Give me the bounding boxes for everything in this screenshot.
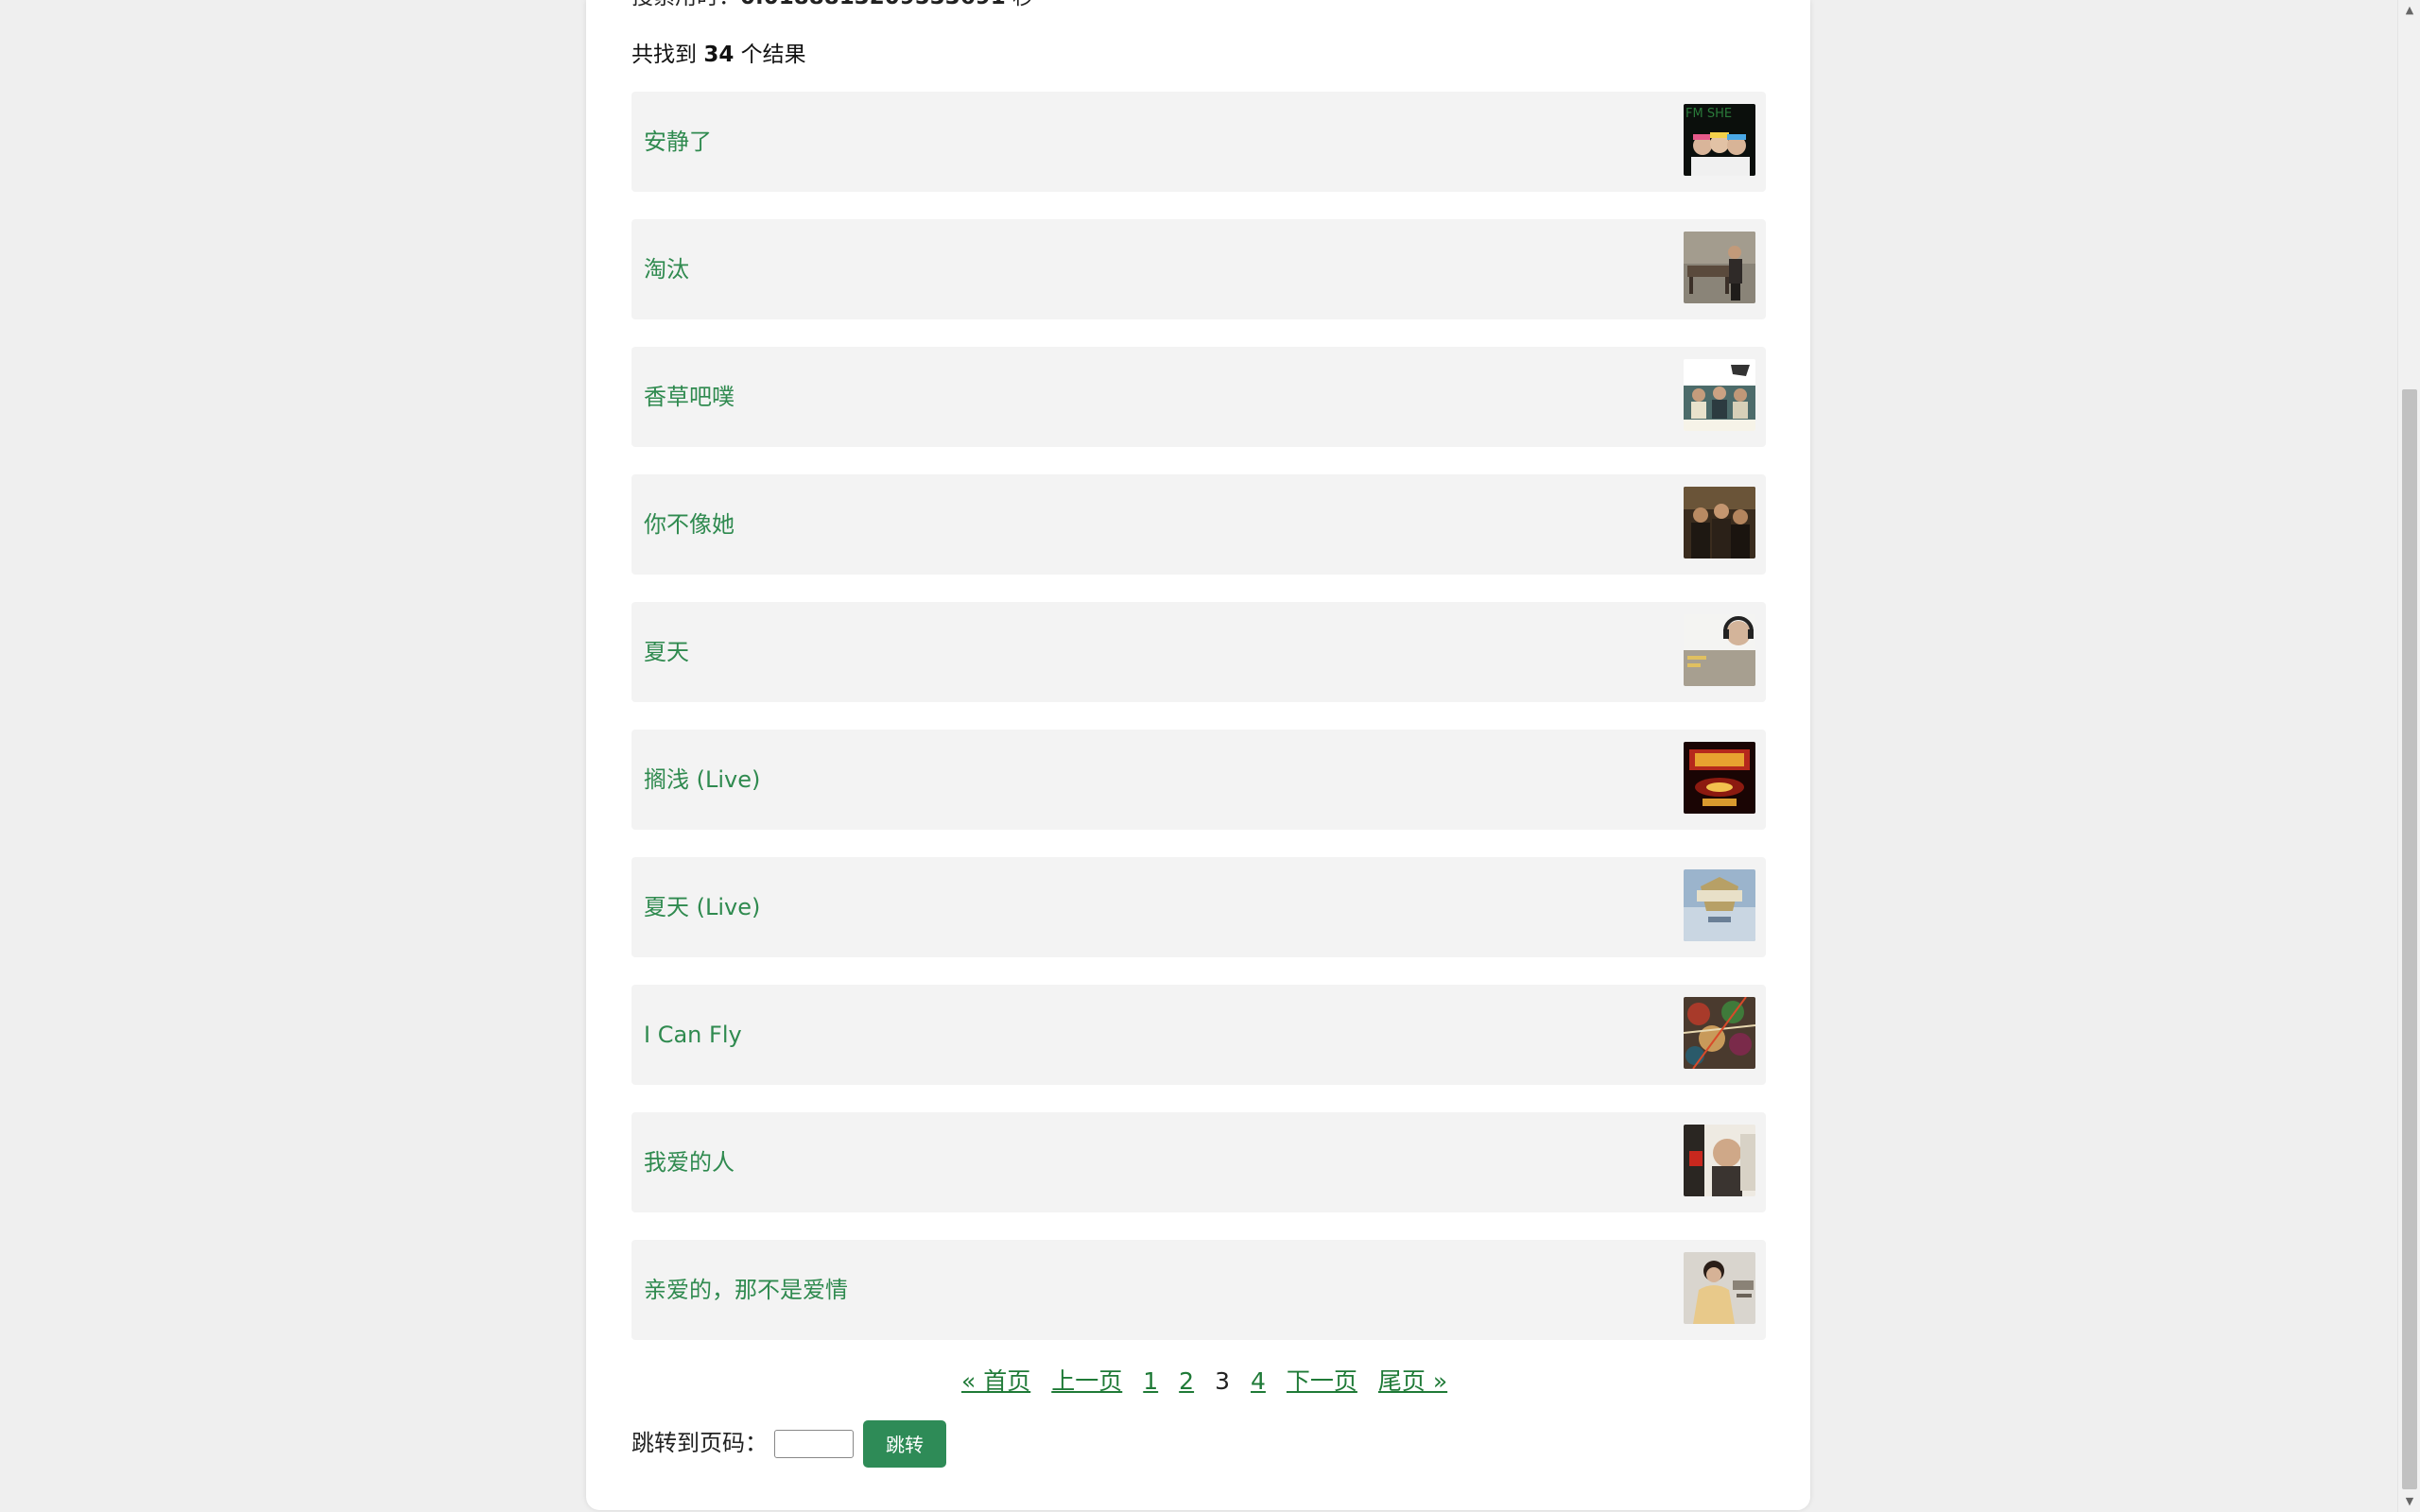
svg-text:FM SHE: FM SHE — [1685, 107, 1732, 121]
song-title-link[interactable]: 我爱的人 — [644, 1148, 735, 1177]
album-cover-image[interactable] — [1684, 1125, 1755, 1196]
results-card: 搜索用时：0.0188813209533691 秒 共找到 34 个结果 安静了… — [586, 0, 1810, 1510]
album-cover-image[interactable] — [1684, 997, 1755, 1069]
song-title-link[interactable]: 夏天 (Live) — [644, 893, 760, 921]
result-item[interactable]: 夏天 (Live) — [631, 857, 1766, 957]
result-item[interactable]: 亲爱的，那不是爱情 — [631, 1240, 1766, 1340]
result-count-number: 34 — [703, 43, 735, 67]
page-link-4[interactable]: 4 — [1251, 1367, 1266, 1395]
page-link-2[interactable]: 2 — [1179, 1367, 1194, 1395]
prev-page-link[interactable]: 上一页 — [1051, 1367, 1122, 1395]
search-time-label: 搜索用时： — [631, 0, 740, 9]
result-item[interactable]: 安静了 FM SHE — [631, 92, 1766, 192]
next-page-link[interactable]: 下一页 — [1287, 1367, 1357, 1395]
jump-button[interactable]: 跳转 — [863, 1420, 946, 1468]
album-cover-image[interactable]: FM SHE — [1684, 104, 1755, 176]
last-page-link[interactable]: 尾页 » — [1378, 1367, 1447, 1395]
song-title-link[interactable]: I Can Fly — [644, 1021, 742, 1049]
result-count-suffix: 个结果 — [740, 43, 806, 67]
result-item[interactable]: 我爱的人 — [631, 1112, 1766, 1212]
result-item[interactable]: I Can Fly — [631, 985, 1766, 1085]
scrollbar[interactable]: ▲ ▼ — [2397, 0, 2420, 1512]
album-cover-image[interactable] — [1684, 742, 1755, 814]
result-item[interactable]: 淘汰 — [631, 219, 1766, 319]
scroll-down-arrow-icon[interactable]: ▼ — [2398, 1491, 2420, 1512]
page: 搜索用时：0.0188813209533691 秒 共找到 34 个结果 安静了… — [0, 0, 2420, 1512]
album-cover-image[interactable] — [1684, 614, 1755, 686]
current-page: 3 — [1215, 1367, 1230, 1395]
song-title-link[interactable]: 安静了 — [644, 128, 712, 156]
pagination-links: « 首页 上一页 1 2 3 4 下一页 尾页 » — [961, 1365, 1468, 1399]
page-link-1[interactable]: 1 — [1143, 1367, 1158, 1395]
search-time: 搜索用时：0.0188813209533691 秒 — [631, 0, 1034, 11]
first-page-link[interactable]: « 首页 — [961, 1367, 1030, 1395]
search-time-value: 0.0188813209533691 — [740, 0, 1006, 9]
song-title-link[interactable]: 亲爱的，那不是爱情 — [644, 1276, 848, 1304]
scroll-up-arrow-icon[interactable]: ▲ — [2398, 0, 2420, 21]
album-cover-image[interactable] — [1684, 487, 1755, 558]
result-count: 共找到 34 个结果 — [631, 41, 806, 69]
album-cover-image[interactable] — [1684, 359, 1755, 431]
song-title-link[interactable]: 夏天 — [644, 638, 689, 666]
song-title-link[interactable]: 淘汰 — [644, 255, 689, 284]
album-cover-image[interactable] — [1684, 869, 1755, 941]
result-item[interactable]: 夏天 — [631, 602, 1766, 702]
result-count-prefix: 共找到 — [631, 43, 697, 67]
search-time-unit: 秒 — [1012, 0, 1034, 9]
album-cover-image[interactable] — [1684, 1252, 1755, 1324]
scrollbar-thumb[interactable] — [2402, 389, 2417, 1489]
result-item[interactable]: 你不像她 — [631, 474, 1766, 575]
song-title-link[interactable]: 你不像她 — [644, 510, 735, 539]
result-item[interactable]: 香草吧噗 — [631, 347, 1766, 447]
result-item[interactable]: 搁浅 (Live) — [631, 730, 1766, 830]
jump-label: 跳转到页码： — [631, 1430, 768, 1456]
page-number-input[interactable] — [774, 1430, 854, 1458]
song-title-link[interactable]: 香草吧噗 — [644, 383, 735, 411]
album-cover-image[interactable] — [1684, 232, 1755, 303]
song-title-link[interactable]: 搁浅 (Live) — [644, 765, 760, 794]
